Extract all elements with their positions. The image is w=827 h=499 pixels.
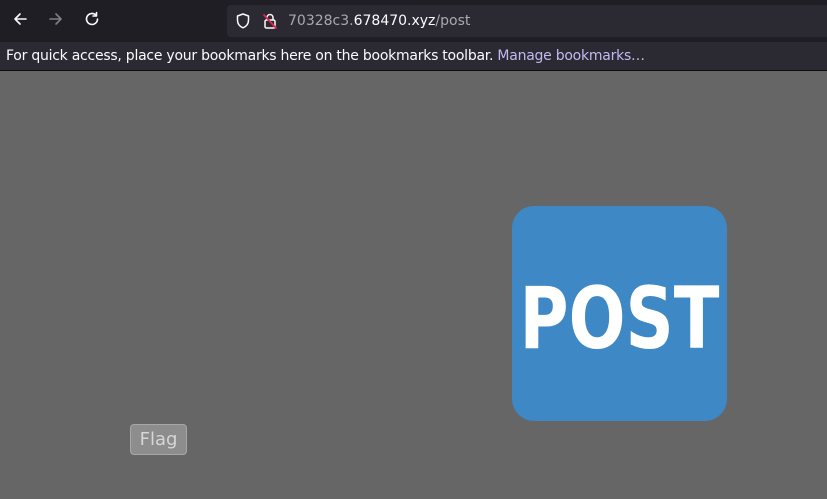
forward-button[interactable] bbox=[43, 8, 69, 34]
manage-bookmarks-link[interactable]: Manage bookmarks… bbox=[497, 48, 645, 64]
url-bar[interactable]: 70328c3.678470.xyz/post bbox=[227, 5, 827, 37]
arrow-right-icon bbox=[47, 10, 65, 32]
url-path: /post bbox=[435, 13, 471, 29]
reload-button[interactable] bbox=[79, 8, 105, 34]
url-subdomain: 70328c3. bbox=[288, 13, 354, 29]
url-host: 678470.xyz bbox=[353, 13, 436, 29]
browser-toolbar: 70328c3.678470.xyz/post bbox=[0, 0, 827, 42]
bookmarks-hint: For quick access, place your bookmarks h… bbox=[6, 48, 494, 64]
bookmarks-message: For quick access, place your bookmarks h… bbox=[6, 47, 645, 65]
post-emoji-graphic: POST bbox=[512, 206, 727, 421]
shield-icon[interactable] bbox=[234, 12, 252, 30]
arrow-left-icon bbox=[11, 10, 29, 32]
reload-icon bbox=[83, 10, 101, 32]
insecure-lock-icon[interactable] bbox=[261, 12, 279, 30]
bookmarks-toolbar: For quick access, place your bookmarks h… bbox=[0, 42, 827, 71]
post-image-text: POST bbox=[520, 269, 720, 369]
post-image: POST bbox=[512, 206, 727, 421]
flag-button[interactable]: Flag bbox=[130, 424, 187, 455]
url-text[interactable]: 70328c3.678470.xyz/post bbox=[288, 12, 470, 30]
back-button[interactable] bbox=[7, 8, 33, 34]
